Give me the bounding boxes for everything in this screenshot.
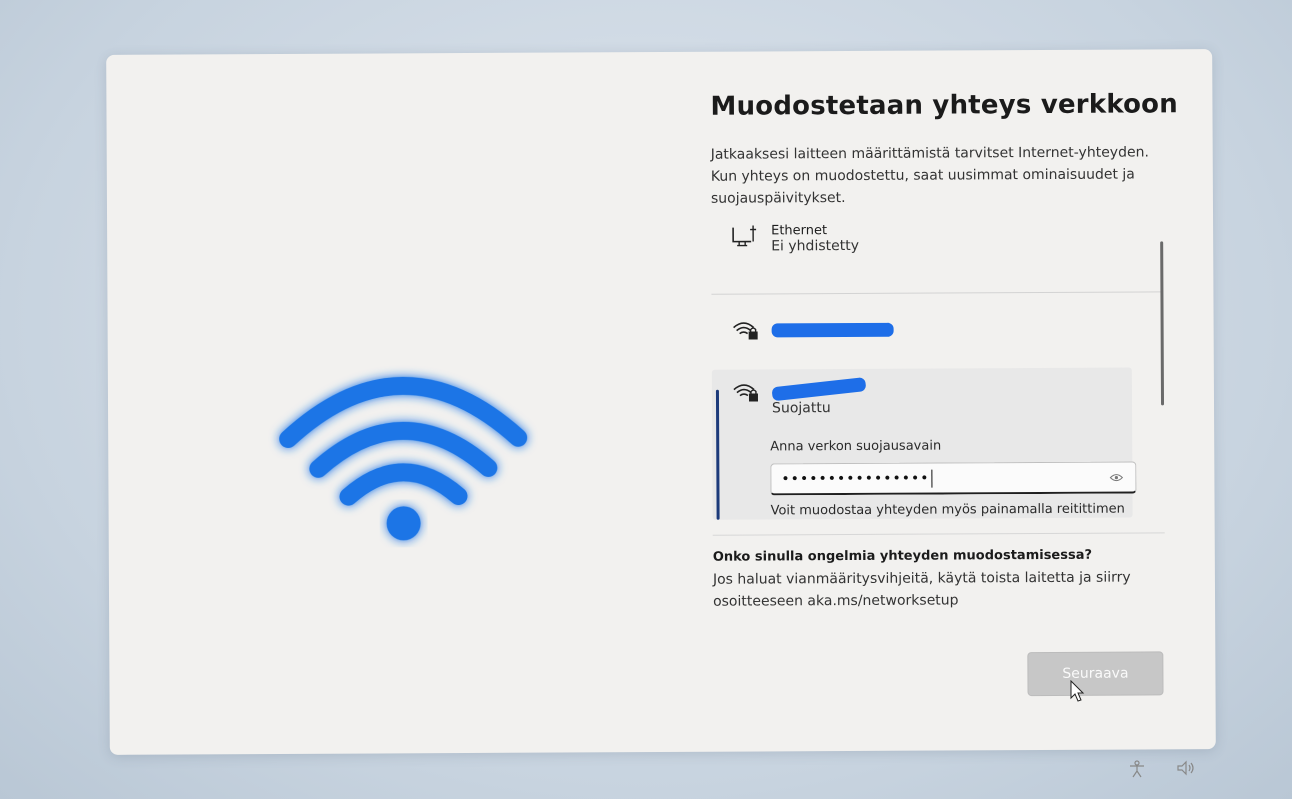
help-section: Onko sinulla ongelmia yhteyden muodostam… xyxy=(713,547,1153,612)
wifi-lock-icon xyxy=(733,322,758,340)
help-text: Jos haluat vianmääritysvihjeitä, käytä t… xyxy=(712,569,1131,610)
oobe-card: Muodostetaan yhteys verkkoon Jatkaaksesi… xyxy=(106,49,1216,755)
help-divider xyxy=(712,532,1165,536)
redacted-network-name xyxy=(771,322,894,338)
password-value: •••••••••••••••• xyxy=(781,470,930,487)
selected-network-header: Suojattu xyxy=(732,377,867,417)
wps-hint: Voit muodostaa yhteyden myös painamalla … xyxy=(770,501,1125,519)
reveal-password-icon[interactable] xyxy=(1109,472,1124,482)
ethernet-icon xyxy=(732,225,757,247)
redacted-network-name xyxy=(771,377,867,402)
network-list: Ethernet Ei yhdistetty Suojattu Anna ver… xyxy=(711,217,1165,520)
accessibility-icon[interactable] xyxy=(1128,760,1146,778)
mouse-cursor-icon xyxy=(1070,680,1085,702)
network-item-selected[interactable]: Suojattu Anna verkon suojausavain ••••••… xyxy=(711,367,1137,520)
page-description: Jatkaaksesi laitteen määrittämistä tarvi… xyxy=(710,144,1149,207)
selection-indicator xyxy=(715,389,720,520)
password-label: Anna verkon suojausavain xyxy=(770,438,942,455)
wifi-lock-icon xyxy=(733,384,758,402)
next-button[interactable]: Seuraava xyxy=(1027,651,1164,697)
help-title: Onko sinulla ongelmia yhteyden muodostam… xyxy=(712,547,1093,565)
network-item-wifi[interactable] xyxy=(732,319,894,342)
password-input[interactable]: •••••••••••••••• xyxy=(770,461,1137,496)
ethernet-name: Ethernet xyxy=(771,223,828,239)
selected-network-status: Suojattu xyxy=(771,400,831,417)
wifi-hero-icon xyxy=(279,376,528,541)
page-title: Muodostetaan yhteys verkkoon xyxy=(710,89,1178,122)
network-divider xyxy=(711,291,1162,295)
network-panel: Muodostetaan yhteys verkkoon Jatkaaksesi… xyxy=(710,89,1178,520)
network-item-ethernet[interactable]: Ethernet Ei yhdistetty xyxy=(731,223,859,255)
volume-icon[interactable] xyxy=(1176,760,1196,776)
network-list-scrollbar[interactable] xyxy=(1160,241,1165,406)
ethernet-status: Ei yhdistetty xyxy=(771,237,860,255)
text-caret xyxy=(931,469,933,488)
